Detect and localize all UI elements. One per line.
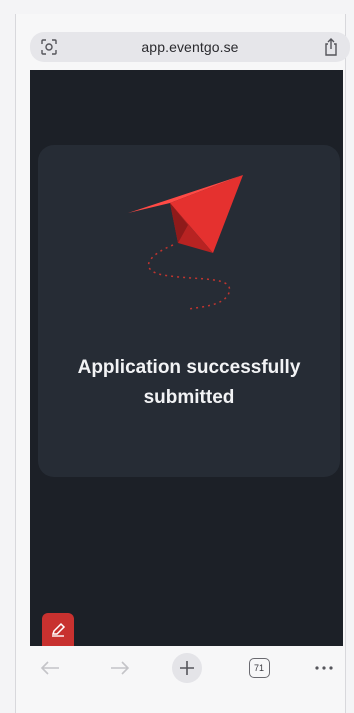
share-icon[interactable] <box>322 37 340 57</box>
back-button[interactable] <box>38 654 62 682</box>
forward-arrow-icon <box>111 661 130 675</box>
success-card: Application successfully submitted <box>38 145 340 477</box>
web-content: Application successfully submitted <box>30 70 343 646</box>
pencil-icon <box>51 622 66 637</box>
forward-button[interactable] <box>108 654 132 682</box>
paper-plane-icon <box>128 175 243 310</box>
new-tab-button[interactable] <box>172 653 202 683</box>
edit-button[interactable] <box>42 613 74 646</box>
more-icon <box>315 666 333 670</box>
tab-count: 71 <box>248 658 270 678</box>
browser-toolbar: 71 <box>30 646 343 690</box>
more-button[interactable] <box>313 654 335 682</box>
back-arrow-icon <box>40 661 59 675</box>
url-text: app.eventgo.se <box>141 39 239 55</box>
address-bar[interactable]: app.eventgo.se <box>30 32 350 62</box>
success-message: Application successfully submitted <box>77 357 301 408</box>
tabs-button[interactable]: 71 <box>248 654 270 682</box>
reader-mode-icon[interactable] <box>40 38 58 56</box>
plus-icon <box>180 661 194 675</box>
